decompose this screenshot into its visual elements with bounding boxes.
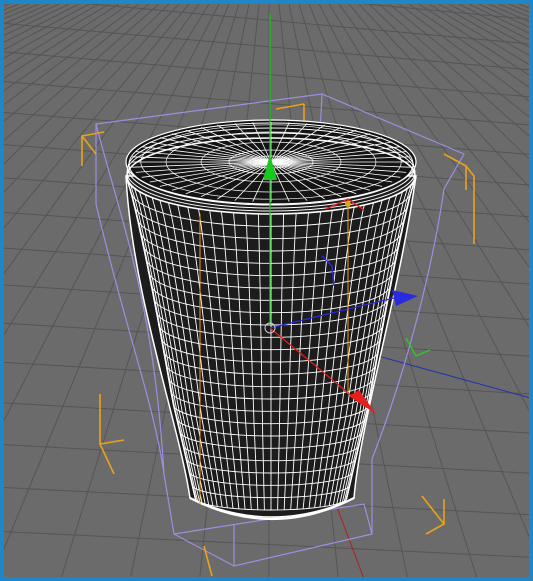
- grid-line: [4, 4, 150, 122]
- grid-line: [428, 4, 529, 66]
- gizmo-z-arrow[interactable]: [392, 290, 418, 306]
- 3d-viewport[interactable]: [0, 0, 533, 581]
- grid-line: [4, 4, 100, 59]
- grid-line: [478, 4, 529, 28]
- grid-line: [4, 4, 40, 20]
- gizmo-orange-dot: [345, 201, 351, 207]
- grid-line: [468, 4, 529, 34]
- grid-line: [4, 4, 60, 30]
- grid-line: [4, 4, 10, 7]
- grid-line: [4, 4, 70, 37]
- grid-line: [4, 4, 120, 79]
- grid-line: [4, 4, 90, 51]
- viewport-scene[interactable]: [4, 4, 533, 581]
- grid-line: [4, 4, 20, 11]
- grid-line: [4, 4, 110, 69]
- grid-line: [528, 4, 529, 5]
- grid-line: [518, 4, 529, 9]
- grid-line: [398, 4, 529, 102]
- grid-line: [4, 4, 30, 15]
- grid-line: [508, 4, 529, 13]
